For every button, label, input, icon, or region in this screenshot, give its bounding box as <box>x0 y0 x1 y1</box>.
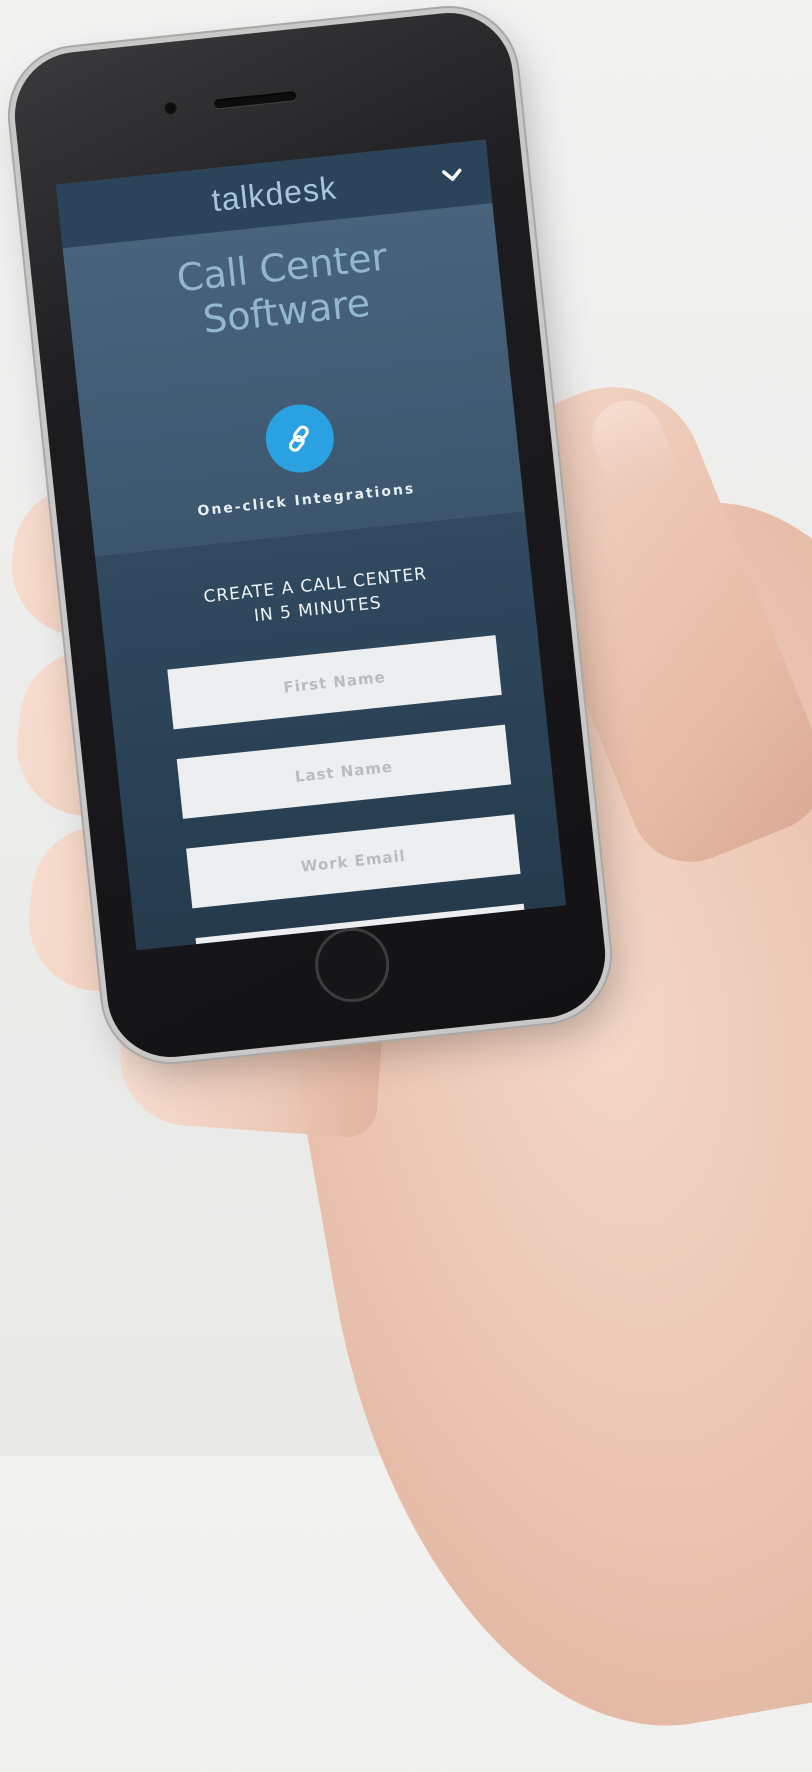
hero-title: Call Center Software <box>65 223 504 356</box>
work-email-input[interactable]: Work Email <box>186 814 521 909</box>
smartphone: talkdesk Call Center Software One-click … <box>8 6 612 1064</box>
hero-section: Call Center Software One-click Integrati… <box>62 203 525 557</box>
first-name-input[interactable]: First Name <box>167 635 502 730</box>
integrations-badge <box>262 401 338 476</box>
signup-title: CREATE A CALL CENTER IN 5 MINUTES <box>159 557 474 637</box>
link-icon <box>288 425 309 452</box>
last-name-input[interactable]: Last Name <box>176 724 512 819</box>
signup-form: CREATE A CALL CENTER IN 5 MINUTES First … <box>95 511 566 951</box>
phone-screen: talkdesk Call Center Software One-click … <box>55 139 567 951</box>
earpiece-speaker <box>213 91 297 109</box>
home-button[interactable] <box>311 924 393 1006</box>
chevron-down-icon[interactable] <box>440 162 464 186</box>
front-camera <box>164 101 178 115</box>
talkdesk-logo[interactable]: talkdesk <box>210 169 339 219</box>
